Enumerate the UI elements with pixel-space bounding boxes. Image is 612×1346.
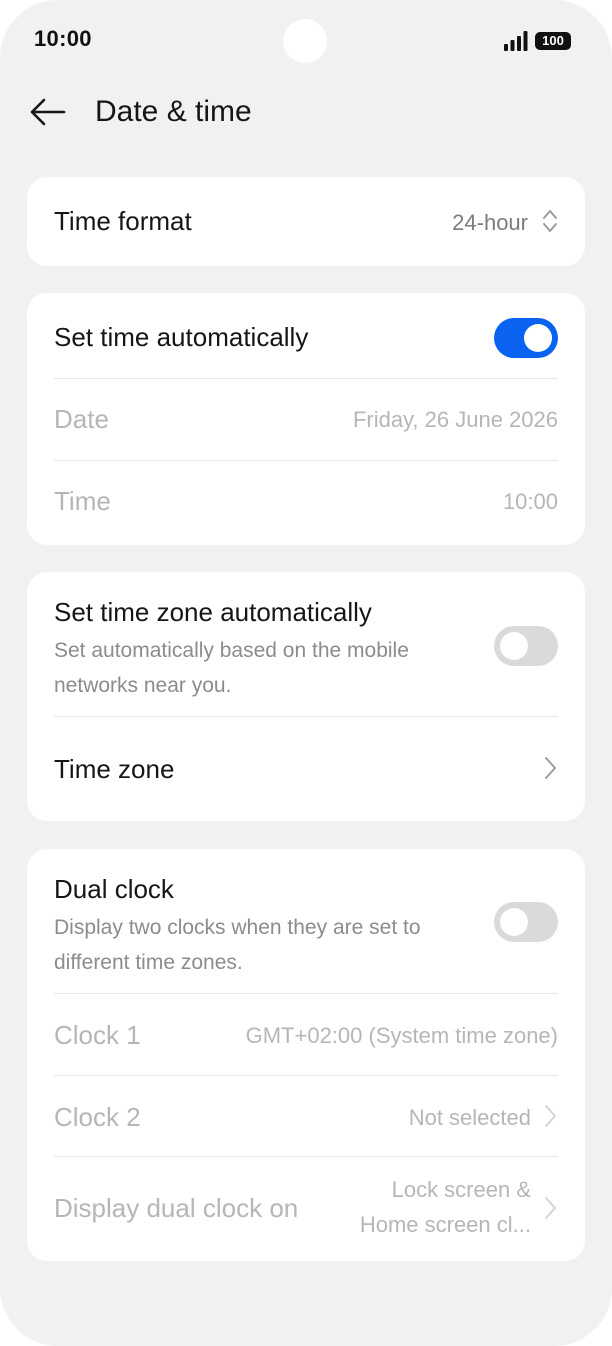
auto-time-row[interactable]: Set time automatically — [54, 293, 558, 379]
clock-2-label: Clock 2 — [54, 1102, 141, 1132]
date-label: Date — [54, 404, 109, 434]
auto-time-zone-row[interactable]: Set time zone automatically Set automati… — [54, 572, 558, 716]
clock-1-label: Clock 1 — [54, 1020, 141, 1050]
battery-icon: 100 — [535, 32, 571, 50]
chevron-right-icon — [545, 1105, 556, 1127]
display-dual-clock-row: Display dual clock on Lock screen & Home… — [54, 1157, 558, 1261]
clock-1-row: Clock 1 GMT+02:00 (System time zone) — [54, 994, 558, 1075]
time-value: 10:00 — [502, 489, 558, 514]
auto-time-card: Set time automatically Date Friday, 26 J… — [27, 293, 585, 545]
dual-clock-label: Dual clock — [54, 874, 174, 904]
date-row: Date Friday, 26 June 2026 — [54, 379, 558, 460]
time-format-row[interactable]: Time format 24-hour — [54, 177, 558, 266]
dual-clock-row[interactable]: Dual clock Display two clocks when they … — [54, 849, 558, 993]
auto-time-zone-description: Set automatically based on the mobile ne… — [54, 639, 409, 697]
chevron-right-icon — [545, 1197, 556, 1219]
dual-clock-toggle[interactable] — [494, 902, 558, 942]
clock-1-value: GMT+02:00 (System time zone) — [245, 1023, 558, 1048]
time-format-value: 24-hour — [452, 210, 528, 235]
time-row: Time 10:00 — [54, 461, 558, 545]
dual-clock-card: Dual clock Display two clocks when they … — [27, 849, 585, 1261]
time-format-label: Time format — [54, 206, 192, 236]
chevron-right-icon — [545, 757, 556, 779]
up-down-chevron-icon — [543, 210, 557, 232]
auto-time-toggle[interactable] — [494, 318, 558, 358]
page-title: Date & time — [95, 95, 252, 128]
display-dual-clock-label: Display dual clock on — [54, 1193, 299, 1223]
clock-2-row: Clock 2 Not selected — [54, 1076, 558, 1156]
auto-time-zone-toggle[interactable] — [494, 626, 558, 666]
auto-time-zone-label: Set time zone automatically — [54, 597, 372, 627]
back-arrow-icon[interactable] — [26, 94, 70, 130]
display-dual-clock-value-line-2: Home screen cl... — [359, 1212, 531, 1237]
time-zone-card: Set time zone automatically Set automati… — [27, 572, 585, 821]
date-value: Friday, 26 June 2026 — [352, 407, 558, 432]
time-zone-label: Time zone — [54, 754, 175, 784]
phone-screen: 10:00 100 Date & time Time format 24-hou… — [0, 0, 612, 1346]
status-time: 10:00 — [34, 26, 92, 51]
time-zone-row[interactable]: Time zone — [54, 717, 558, 821]
display-dual-clock-value-line-1: Lock screen & — [391, 1177, 531, 1202]
time-label: Time — [54, 486, 111, 516]
dual-clock-description: Display two clocks when they are set to … — [54, 916, 421, 974]
signal-icon — [504, 31, 528, 51]
time-format-card: Time format 24-hour — [27, 177, 585, 266]
auto-time-label: Set time automatically — [54, 322, 309, 352]
clock-2-value: Not selected — [408, 1105, 531, 1130]
camera-cutout — [283, 19, 327, 63]
